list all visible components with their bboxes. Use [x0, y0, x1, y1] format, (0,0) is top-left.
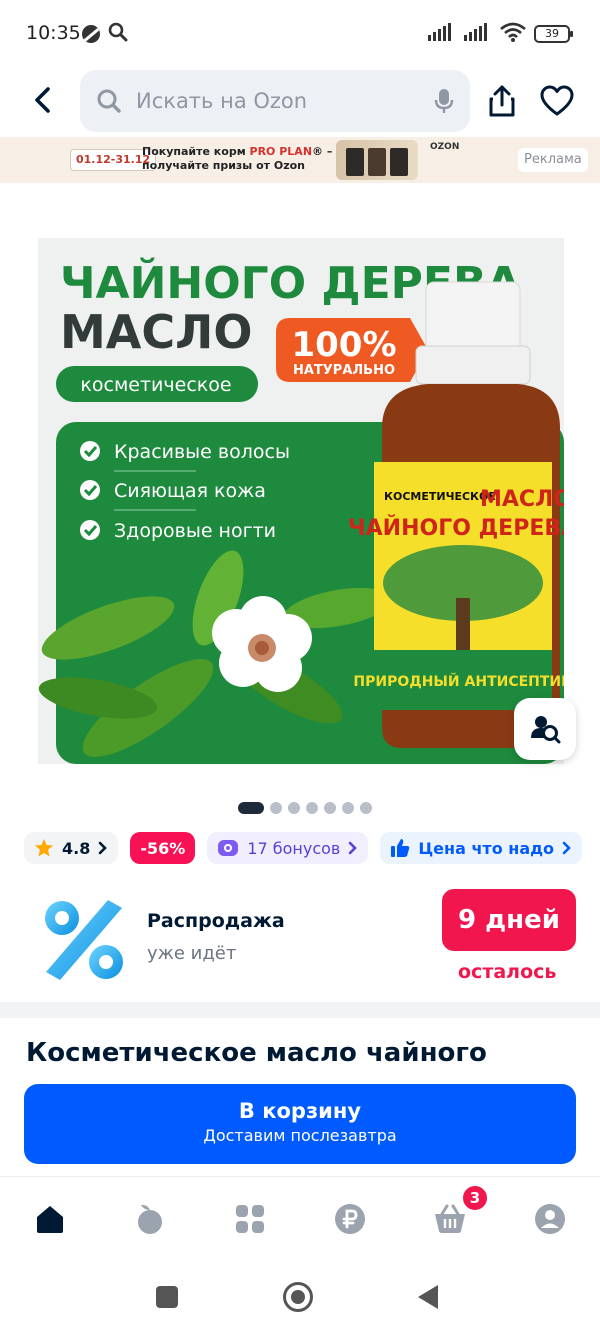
share-icon: [489, 85, 515, 117]
benefit-2: Сияющая кожа: [114, 480, 266, 502]
chevron-right-icon: [562, 841, 571, 855]
image-headline-2: МАСЛО: [60, 305, 252, 359]
image-pill: косметическое: [80, 374, 231, 396]
visual-search-icon: [531, 716, 561, 744]
chevron-right-icon: [349, 841, 358, 855]
discount-chip: -56%: [130, 832, 196, 864]
pagination-dot[interactable]: [270, 802, 282, 814]
price-quality-label: Цена что надо: [418, 838, 555, 858]
ad-line1-prefix: Покупайте корм: [142, 145, 250, 158]
star-icon: [35, 839, 53, 857]
search-field[interactable]: Искать на Ozon: [80, 70, 470, 132]
price-quality-chip[interactable]: Цена что надо: [380, 832, 583, 864]
rating-chip[interactable]: 4.8: [24, 832, 119, 864]
ad-product-image: [336, 140, 418, 180]
ad-line2: получайте призы от Ozon: [142, 159, 305, 172]
search-status-icon: [108, 22, 128, 46]
sale-days-left: осталось: [458, 961, 557, 983]
image-badge-small: НАТУРАЛЬНО: [293, 363, 395, 378]
sale-subtitle: уже идёт: [147, 943, 237, 964]
bonus-chip[interactable]: 17 бонусов: [207, 832, 369, 864]
image-badge-big: 100%: [291, 325, 396, 365]
status-bar: 10:35 39: [0, 0, 600, 66]
cart-count-badge: 3: [461, 1184, 489, 1212]
cart-icon: [435, 1204, 465, 1233]
status-time: 10:35: [26, 22, 81, 44]
recent-apps-button[interactable]: [156, 1286, 178, 1308]
pagination-dot[interactable]: [324, 802, 336, 814]
favorite-button[interactable]: [540, 85, 574, 117]
benefit-3: Здоровые ногти: [114, 520, 276, 542]
status-right-icons: 39: [428, 22, 573, 46]
nav-home[interactable]: [30, 1199, 70, 1239]
ad-line1-suffix: ® –: [312, 145, 333, 158]
section-divider: [0, 1002, 600, 1018]
bottom-navigation: 3: [0, 1176, 600, 1266]
profile-icon: [535, 1204, 565, 1234]
battery-icon: 39: [534, 25, 573, 43]
ruble-icon: [335, 1204, 365, 1234]
nav-profile[interactable]: [530, 1199, 570, 1239]
bonus-icon: [218, 840, 239, 856]
label-main: ЧАЙНОГО ДЕРЕВА: [348, 515, 564, 541]
benefit-1: Красивые волосы: [114, 441, 290, 463]
sale-days-badge: 9 дней: [442, 889, 576, 951]
label-top-right: МАСЛО: [480, 487, 564, 512]
pagination-dot[interactable]: [238, 802, 264, 814]
percent-icon: [38, 894, 130, 986]
top-bar: Искать на Ozon: [0, 68, 600, 134]
fruit-icon: [138, 1204, 162, 1234]
pagination-dot[interactable]: [360, 802, 372, 814]
nav-finance[interactable]: [330, 1199, 370, 1239]
signal-icon-2: [464, 23, 492, 45]
sale-title: Распродажа: [147, 910, 285, 932]
pagination-dot[interactable]: [342, 802, 354, 814]
heart-icon: [540, 85, 574, 116]
ad-banner[interactable]: 01.12-31.12 Покупайте корм PRO PLAN® – п…: [0, 137, 600, 183]
vpn-icon: [82, 25, 100, 43]
wifi-icon: [500, 22, 526, 46]
product-chips: 4.8 -56% 17 бонусов Цена что надо: [24, 832, 583, 864]
bonus-label: 17 бонусов: [247, 838, 341, 858]
rating-value: 4.8: [62, 838, 91, 858]
ad-text: Покупайте корм PRO PLAN® – получайте при…: [142, 145, 332, 173]
system-back-button[interactable]: [418, 1285, 438, 1309]
pagination-dot[interactable]: [306, 802, 318, 814]
product-image[interactable]: ЧАЙНОГО ДЕРЕВА МАСЛО косметическое 100% …: [38, 238, 564, 764]
chevron-right-icon: [99, 841, 108, 855]
add-to-cart-button[interactable]: В корзину Доставим послезавтра: [24, 1084, 576, 1164]
chevron-left-icon: [35, 87, 50, 113]
system-navigation: [0, 1266, 600, 1332]
gallery-pagination: [238, 802, 372, 814]
home-button[interactable]: [283, 1282, 313, 1312]
pagination-dot[interactable]: [288, 802, 300, 814]
product-title: Косметическое масло чайного: [26, 1038, 487, 1068]
share-button[interactable]: [486, 84, 518, 118]
microphone-icon[interactable]: [434, 88, 454, 114]
grid-icon: [236, 1205, 264, 1233]
signal-icon: [428, 23, 456, 45]
thumbs-up-icon: [391, 839, 410, 857]
nav-catalog[interactable]: [230, 1199, 270, 1239]
back-button[interactable]: [26, 83, 60, 117]
label-bottom: ПРИРОДНЫЙ АНТИСЕПТИК: [353, 673, 564, 690]
ad-logo: OZON: [430, 142, 460, 152]
home-icon: [37, 1206, 63, 1233]
sale-banner[interactable]: Распродажа уже идёт 9 дней осталось: [0, 880, 600, 1002]
status-left-icons: [82, 22, 128, 46]
search-placeholder: Искать на Ozon: [136, 89, 308, 113]
ad-brand: PRO PLAN: [249, 145, 313, 158]
add-to-cart-label: В корзину: [238, 1099, 362, 1123]
delivery-label: Доставим послезавтра: [203, 1126, 397, 1145]
nav-fresh[interactable]: [130, 1199, 170, 1239]
ad-label[interactable]: Реклама: [518, 148, 588, 172]
search-icon: [97, 89, 121, 113]
image-search-button[interactable]: [514, 698, 576, 760]
